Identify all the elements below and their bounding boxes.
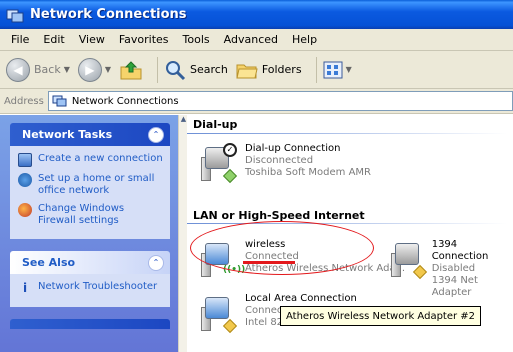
menu-help[interactable]: Help bbox=[285, 33, 324, 46]
back-arrow-icon: ◀ bbox=[6, 57, 30, 82]
firewall-settings-label: Change Windows Firewall settings bbox=[38, 203, 125, 226]
home-network-icon bbox=[18, 173, 32, 187]
up-folder-button[interactable] bbox=[119, 59, 143, 81]
back-label: Back bbox=[34, 63, 61, 76]
local-area-connection-icon bbox=[201, 293, 239, 334]
network-connections-icon bbox=[52, 95, 67, 107]
address-field[interactable]: Network Connections bbox=[47, 91, 513, 111]
new-connection-icon bbox=[18, 153, 32, 167]
views-button[interactable]: ▼ bbox=[323, 61, 352, 79]
task-pane-scrollbar[interactable]: ▲ bbox=[178, 115, 187, 352]
task-pane: Network Tasks ⌃ Create a new connection … bbox=[0, 115, 180, 352]
address-bar: Address Network Connections bbox=[0, 89, 513, 114]
network-tasks-header[interactable]: Network Tasks ⌃ bbox=[10, 123, 170, 146]
connection-device: Toshiba Soft Modem AMR bbox=[245, 167, 372, 178]
create-connection-label: Create a new connection bbox=[38, 153, 163, 164]
folders-button[interactable]: Folders bbox=[236, 60, 302, 80]
home-network-link[interactable]: Set up a home or small office network bbox=[18, 173, 164, 197]
dialup-group-title: Dial-up bbox=[193, 118, 238, 131]
menu-file[interactable]: File bbox=[4, 33, 36, 46]
search-label: Search bbox=[190, 63, 228, 76]
network-tasks-panel: Network Tasks ⌃ Create a new connection … bbox=[10, 123, 170, 239]
details-panel-header[interactable] bbox=[10, 319, 170, 329]
forward-arrow-icon: ▶ bbox=[77, 57, 102, 82]
menu-tools[interactable]: Tools bbox=[176, 33, 217, 46]
1394-connection[interactable]: 1394 Connection Disabled 1394 Net Adapte… bbox=[391, 239, 513, 299]
menu-advanced[interactable]: Advanced bbox=[217, 33, 285, 46]
create-connection-link[interactable]: Create a new connection bbox=[18, 153, 164, 167]
network-tasks-body: Create a new connection Set up a home or… bbox=[10, 146, 170, 239]
search-icon bbox=[166, 60, 186, 80]
highlight-underline bbox=[243, 261, 295, 264]
folders-icon bbox=[236, 64, 258, 78]
highlight-ellipse bbox=[190, 221, 374, 275]
firewall-icon bbox=[18, 203, 32, 217]
connection-name: Dial-up Connection bbox=[245, 143, 341, 154]
home-network-label: Set up a home or small office network bbox=[38, 173, 155, 196]
menu-bar: File Edit View Favorites Tools Advanced … bbox=[0, 29, 513, 51]
connections-view: Dial-up ✓ Dial-up Connection Disconnecte… bbox=[187, 115, 513, 352]
views-icon bbox=[323, 61, 343, 78]
see-also-title: See Also bbox=[22, 256, 76, 269]
forward-button[interactable]: ▶ ▼ bbox=[77, 57, 112, 82]
group-divider bbox=[187, 133, 507, 134]
window-title: Network Connections bbox=[30, 7, 187, 22]
network-troubleshooter-label: Network Troubleshooter bbox=[38, 281, 158, 292]
menu-view[interactable]: View bbox=[72, 33, 112, 46]
collapse-chevron-icon[interactable]: ⌃ bbox=[148, 126, 164, 143]
dialup-connection-icon: ✓ bbox=[201, 143, 239, 184]
folders-label: Folders bbox=[261, 63, 302, 76]
chevron-down-icon: ▼ bbox=[345, 65, 352, 74]
chevron-down-icon: ▼ bbox=[104, 65, 112, 74]
network-troubleshooter-link[interactable]: i Network Troubleshooter bbox=[18, 281, 164, 295]
network-connections-icon bbox=[6, 7, 24, 23]
1394-connection-icon bbox=[391, 239, 428, 280]
see-also-panel: See Also ⌃ i Network Troubleshooter bbox=[10, 251, 170, 307]
address-label: Address bbox=[4, 95, 44, 107]
connection-name: 1394 Connection bbox=[431, 239, 489, 262]
address-value: Network Connections bbox=[71, 95, 179, 107]
toolbar-separator bbox=[315, 56, 317, 83]
network-tasks-title: Network Tasks bbox=[22, 128, 113, 141]
search-button[interactable]: Search bbox=[164, 59, 228, 81]
collapse-chevron-icon[interactable]: ⌃ bbox=[148, 254, 164, 271]
info-icon: i bbox=[22, 281, 28, 295]
connection-name: Local Area Connection bbox=[245, 293, 357, 304]
connection-status: Disconnected bbox=[245, 155, 314, 166]
dialup-connection[interactable]: ✓ Dial-up Connection Disconnected Toshib… bbox=[201, 143, 372, 184]
menu-favorites[interactable]: Favorites bbox=[112, 33, 176, 46]
adapter-tooltip: Atheros Wireless Network Adapter #2 bbox=[280, 306, 482, 326]
up-folder-icon bbox=[120, 60, 142, 79]
chevron-down-icon: ▼ bbox=[63, 65, 70, 74]
menu-edit[interactable]: Edit bbox=[36, 33, 71, 46]
toolbar: ◀ Back ▼ ▶ ▼ Search Folders ▼ bbox=[0, 51, 513, 89]
connection-device: 1394 Net Adapter bbox=[431, 275, 478, 298]
toolbar-separator bbox=[157, 56, 159, 83]
title-bar: Network Connections bbox=[0, 0, 513, 29]
see-also-body: i Network Troubleshooter bbox=[10, 274, 170, 307]
firewall-settings-link[interactable]: Change Windows Firewall settings bbox=[18, 203, 164, 227]
see-also-header[interactable]: See Also ⌃ bbox=[10, 251, 170, 274]
back-button[interactable]: ◀ Back ▼ bbox=[6, 57, 70, 82]
connection-status: Disabled bbox=[431, 263, 476, 274]
